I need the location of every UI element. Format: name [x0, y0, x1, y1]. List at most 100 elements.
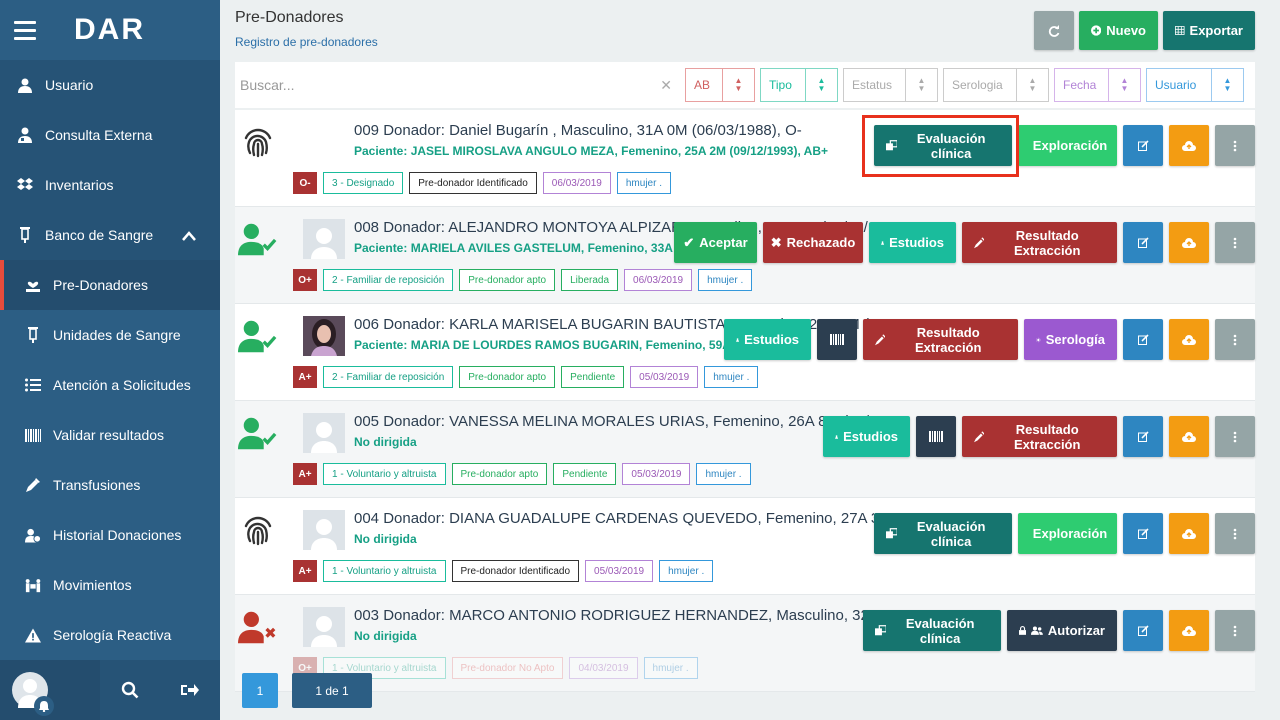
barcode-button[interactable]: [817, 319, 857, 360]
fingerprint-icon: [238, 122, 278, 162]
menu-icon[interactable]: [14, 20, 36, 40]
filter-estatus[interactable]: Estatus ▲ ▼: [843, 68, 938, 102]
barcode-button[interactable]: [916, 416, 956, 457]
exportar-button[interactable]: Exportar: [1163, 11, 1255, 50]
filter-fecha[interactable]: Fecha ▲ ▼: [1054, 68, 1141, 102]
sidebar-item-historial-donaciones[interactable]: Historial Donaciones: [0, 510, 220, 560]
more-button[interactable]: [1215, 222, 1255, 263]
vertical-dots-icon: [1233, 625, 1237, 636]
clear-search-icon[interactable]: ✕: [660, 77, 672, 94]
rechazado-button[interactable]: ✖ Rechazado: [763, 222, 863, 263]
sidebar-item-transfusiones[interactable]: Transfusiones: [0, 460, 220, 510]
bell-icon[interactable]: [34, 696, 54, 716]
estudios-button[interactable]: Estudios: [869, 222, 956, 263]
sidebar-item-unidades-de-sangre[interactable]: Unidades de Sangre: [0, 310, 220, 360]
patient-info: Paciente: JASEL MIROSLAVA ANGULO MEZA, F…: [354, 144, 828, 158]
tag-tipo: 3 - Designado: [323, 172, 404, 194]
cloud-upload-icon: [1182, 237, 1196, 248]
edit-button[interactable]: [1123, 222, 1163, 263]
tag-tipo: 1 - Voluntario y altruista: [323, 463, 446, 485]
upload-button[interactable]: [1169, 513, 1209, 554]
upload-button[interactable]: [1169, 222, 1209, 263]
more-button[interactable]: [1215, 513, 1255, 554]
patient-info: Paciente: MARIA DE LOURDES RAMOS BUGARIN…: [354, 338, 751, 352]
tag-usuario: hmujer .: [704, 366, 759, 388]
user-md-icon: [17, 127, 33, 143]
filter-serologia[interactable]: Serologia ▲ ▼: [943, 68, 1049, 102]
cloud-upload-icon: [1182, 625, 1196, 636]
sidebar-item-label: Pre-Donadores: [53, 277, 148, 293]
edit-icon: [1137, 140, 1149, 151]
more-button[interactable]: [1215, 319, 1255, 360]
sidebar-item-consulta-externa[interactable]: Consulta Externa: [0, 110, 220, 160]
more-button[interactable]: [1215, 125, 1255, 166]
upload-button[interactable]: [1169, 416, 1209, 457]
filter-usuario[interactable]: Usuario ▲ ▼: [1146, 68, 1244, 102]
sidebar-item-inventarios[interactable]: Inventarios: [0, 160, 220, 210]
sidebar-item-validar-resultados[interactable]: Validar resultados: [0, 410, 220, 460]
search-input[interactable]: Buscar... ✕: [235, 62, 680, 108]
autorizar-button[interactable]: Autorizar: [1007, 610, 1117, 651]
nuevo-button[interactable]: Nuevo: [1079, 11, 1158, 50]
syringe-icon: [974, 236, 985, 248]
refresh-button[interactable]: [1034, 11, 1074, 50]
filter-tipo[interactable]: Tipo ▲ ▼: [760, 68, 838, 102]
estudios-button[interactable]: Estudios: [724, 319, 811, 360]
resultado-extraccion-button[interactable]: Resultado Extracción: [962, 222, 1117, 263]
row-actions: Evaluación clínica Autorizar: [863, 610, 1255, 651]
resultado-extraccion-button[interactable]: Resultado Extracción: [962, 416, 1117, 457]
upload-button[interactable]: [1169, 319, 1209, 360]
edit-button[interactable]: [1123, 319, 1163, 360]
avatar[interactable]: [12, 672, 54, 716]
upload-button[interactable]: [1169, 125, 1209, 166]
aceptar-button[interactable]: ✔ Aceptar: [674, 222, 757, 263]
search-icon[interactable]: [100, 681, 160, 699]
user-check-icon: [238, 316, 278, 356]
filter-ab-label: AB: [694, 78, 711, 92]
sidebar-item-atencion-solicitudes[interactable]: Atención a Solicitudes: [0, 360, 220, 410]
exploracion-button[interactable]: Exploración: [1018, 513, 1117, 554]
tag-list: A+ 2 - Familiar de reposición Pre-donado…: [293, 366, 759, 388]
vertical-dots-icon: [1233, 431, 1237, 442]
upload-button[interactable]: [1169, 610, 1209, 651]
sidebar-item-banco-de-sangre[interactable]: Banco de Sangre: [0, 210, 220, 260]
edit-button[interactable]: [1123, 416, 1163, 457]
syringe-icon: [974, 430, 985, 442]
evaluacion-clinica-button[interactable]: Evaluación clínica: [863, 610, 1001, 651]
resultado-extraccion-button[interactable]: Resultado Extracción: [863, 319, 1018, 360]
edit-button[interactable]: [1123, 610, 1163, 651]
logout-icon[interactable]: [160, 683, 220, 697]
sidebar-item-pre-donadores[interactable]: Pre-Donadores: [0, 260, 220, 310]
donor-photo-placeholder: [303, 219, 345, 259]
evaluacion-clinica-button[interactable]: Evaluación clínica: [874, 513, 1012, 554]
tag-fecha: 05/03/2019: [585, 560, 654, 582]
row-actions: ✔ Aceptar ✖ Rechazado Estudios Resultado E…: [674, 222, 1255, 263]
list-item: 008 Donador: ALEJANDRO MONTOYA ALPIZAR, …: [235, 207, 1255, 304]
sidebar-item-movimientos[interactable]: Movimientos: [0, 560, 220, 610]
button-label: Resultado Extracción: [1013, 421, 1081, 452]
tag-estatus: Pre-donador Identificado: [451, 560, 580, 582]
patient-info: No dirigida: [354, 435, 417, 449]
edit-button[interactable]: [1123, 125, 1163, 166]
sidebar-item-label: Usuario: [45, 77, 94, 93]
more-button[interactable]: [1215, 610, 1255, 651]
list-item: 003 Donador: MARCO ANTONIO RODRIGUEZ HER…: [235, 595, 1255, 692]
page-button[interactable]: 1: [242, 673, 278, 708]
sidebar-item-label: Atención a Solicitudes: [53, 377, 191, 393]
more-button[interactable]: [1215, 416, 1255, 457]
user-avatar-area[interactable]: [0, 660, 100, 720]
exploracion-button[interactable]: Exploración: [1018, 125, 1117, 166]
tag-usuario: hmujer .: [643, 657, 698, 679]
tag-fecha: 04/03/2019: [569, 657, 638, 679]
tag-fecha: 05/03/2019: [622, 463, 691, 485]
estudios-button[interactable]: Estudios: [823, 416, 910, 457]
sidebar-item-serologia-reactiva[interactable]: Serología Reactiva: [0, 610, 220, 660]
patient-info: No dirigida: [354, 629, 417, 643]
filter-ab[interactable]: AB ▲ ▼: [685, 68, 755, 102]
serologia-button[interactable]: Serología: [1024, 319, 1117, 360]
edit-button[interactable]: [1123, 513, 1163, 554]
sidebar-item-usuario[interactable]: Usuario: [0, 60, 220, 110]
search-placeholder: Buscar...: [240, 77, 295, 93]
tag-tipo: 2 - Familiar de reposición: [323, 366, 454, 388]
button-label: Rechazado: [786, 235, 856, 250]
